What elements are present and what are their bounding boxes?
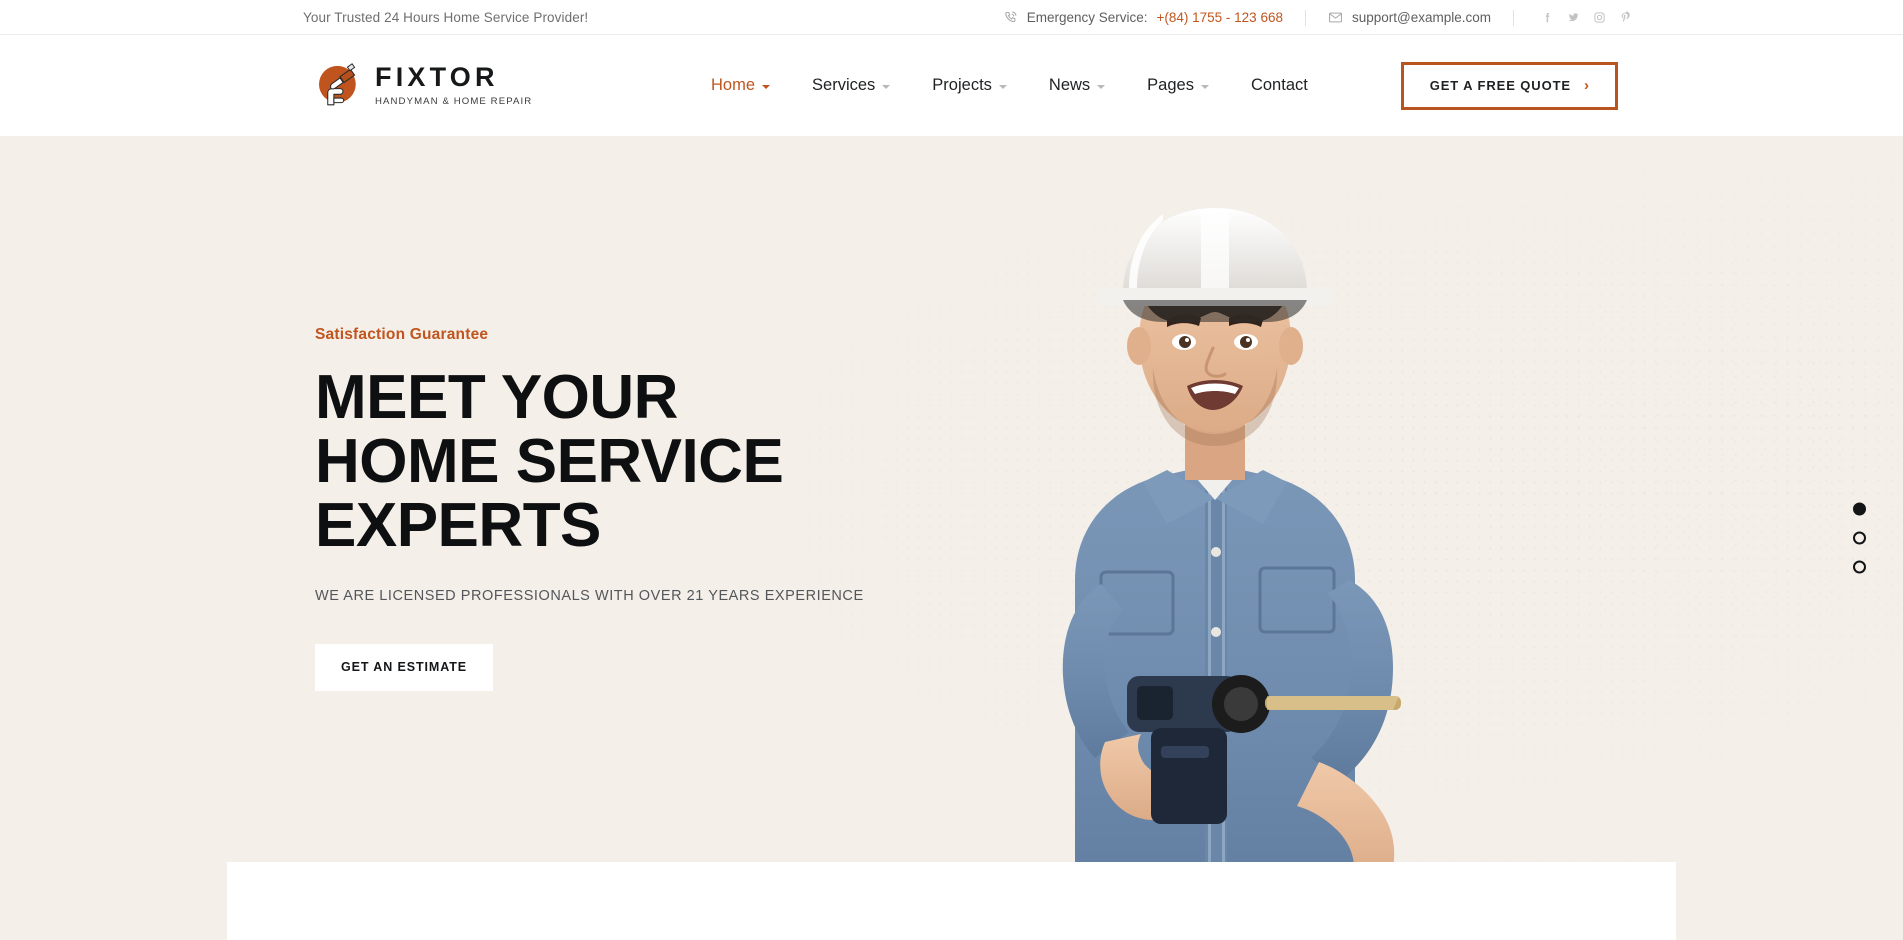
- top-bar: Your Trusted 24 Hours Home Service Provi…: [0, 0, 1903, 35]
- hero-title-line-1: MEET YOUR: [315, 363, 678, 432]
- hero-subtitle: WE ARE LICENSED PROFESSIONALS WITH OVER …: [315, 587, 864, 604]
- twitter-icon[interactable]: [1560, 7, 1586, 29]
- emergency-phone[interactable]: Emergency Service: +(84) 1755 - 123 668: [981, 10, 1305, 25]
- facebook-icon[interactable]: [1534, 7, 1560, 29]
- nav-item-news[interactable]: News: [1028, 76, 1126, 95]
- slider-pagination: [1853, 502, 1866, 574]
- nav-item-contact[interactable]: Contact: [1230, 76, 1329, 95]
- chevron-down-icon: [882, 84, 891, 89]
- site-header: FIXTOR HANDYMAN & HOME REPAIR Home Servi…: [0, 35, 1903, 136]
- get-an-estimate-button[interactable]: GET AN ESTIMATE: [315, 643, 493, 691]
- nav-label: Pages: [1147, 76, 1194, 94]
- top-bar-contact-group: Emergency Service: +(84) 1755 - 123 668 …: [981, 7, 1638, 29]
- logo-title: FIXTOR: [375, 62, 499, 93]
- slider-dot-2[interactable]: [1853, 531, 1866, 545]
- chevron-down-icon: [762, 84, 771, 89]
- slider-dot-3[interactable]: [1853, 560, 1866, 574]
- hero-title: MEET YOUR HOME SERVICE EXPERTS: [315, 366, 935, 558]
- nav-label: Home: [711, 76, 756, 94]
- nav-item-projects[interactable]: Projects: [911, 76, 1028, 95]
- pinterest-icon[interactable]: [1612, 7, 1638, 29]
- hero-slider: Satisfaction Guarantee MEET YOUR HOME SE…: [0, 136, 1903, 940]
- top-bar-tagline: Your Trusted 24 Hours Home Service Provi…: [303, 10, 589, 25]
- nav-label: Projects: [932, 76, 992, 94]
- hero-title-line-2: HOME SERVICE: [315, 426, 784, 496]
- support-email-label: support@example.com: [1351, 10, 1491, 25]
- mail-icon: [1328, 10, 1343, 25]
- nav-label: Services: [812, 76, 876, 94]
- hero-worker-image: [905, 180, 1525, 940]
- chevron-right-icon: ›: [1584, 77, 1589, 94]
- slider-dot-1[interactable]: [1853, 502, 1866, 516]
- chevron-down-icon: [998, 84, 1007, 89]
- nav-label: News: [1048, 76, 1091, 94]
- social-links: [1514, 7, 1638, 29]
- nav-label: Contact: [1250, 76, 1308, 94]
- hero-content: Satisfaction Guarantee MEET YOUR HOME SE…: [315, 326, 935, 691]
- logo-subtitle: HANDYMAN & HOME REPAIR: [375, 96, 533, 108]
- hero-title-line-3: EXPERTS: [315, 490, 601, 560]
- support-email[interactable]: support@example.com: [1306, 10, 1513, 25]
- logo[interactable]: FIXTOR HANDYMAN & HOME REPAIR: [305, 58, 532, 114]
- instagram-icon[interactable]: [1586, 7, 1612, 29]
- main-navigation: Home Services Projects News Pages Contac…: [690, 76, 1329, 95]
- phone-icon: [1003, 10, 1018, 25]
- get-a-free-quote-button[interactable]: GET A FREE QUOTE ›: [1400, 61, 1618, 110]
- nav-item-home[interactable]: Home: [690, 76, 791, 95]
- wrench-logo-icon: [305, 58, 361, 114]
- chevron-down-icon: [1097, 84, 1106, 89]
- content-panel: [227, 862, 1676, 940]
- emergency-phone-label: Emergency Service:: [1026, 10, 1148, 25]
- emergency-phone-number: +(84) 1755 - 123 668: [1156, 10, 1283, 25]
- nav-item-pages[interactable]: Pages: [1126, 76, 1230, 95]
- chevron-down-icon: [1200, 84, 1209, 89]
- hero-eyebrow: Satisfaction Guarantee: [315, 326, 489, 343]
- quote-button-label: GET A FREE QUOTE: [1429, 78, 1571, 93]
- nav-item-services[interactable]: Services: [791, 76, 911, 95]
